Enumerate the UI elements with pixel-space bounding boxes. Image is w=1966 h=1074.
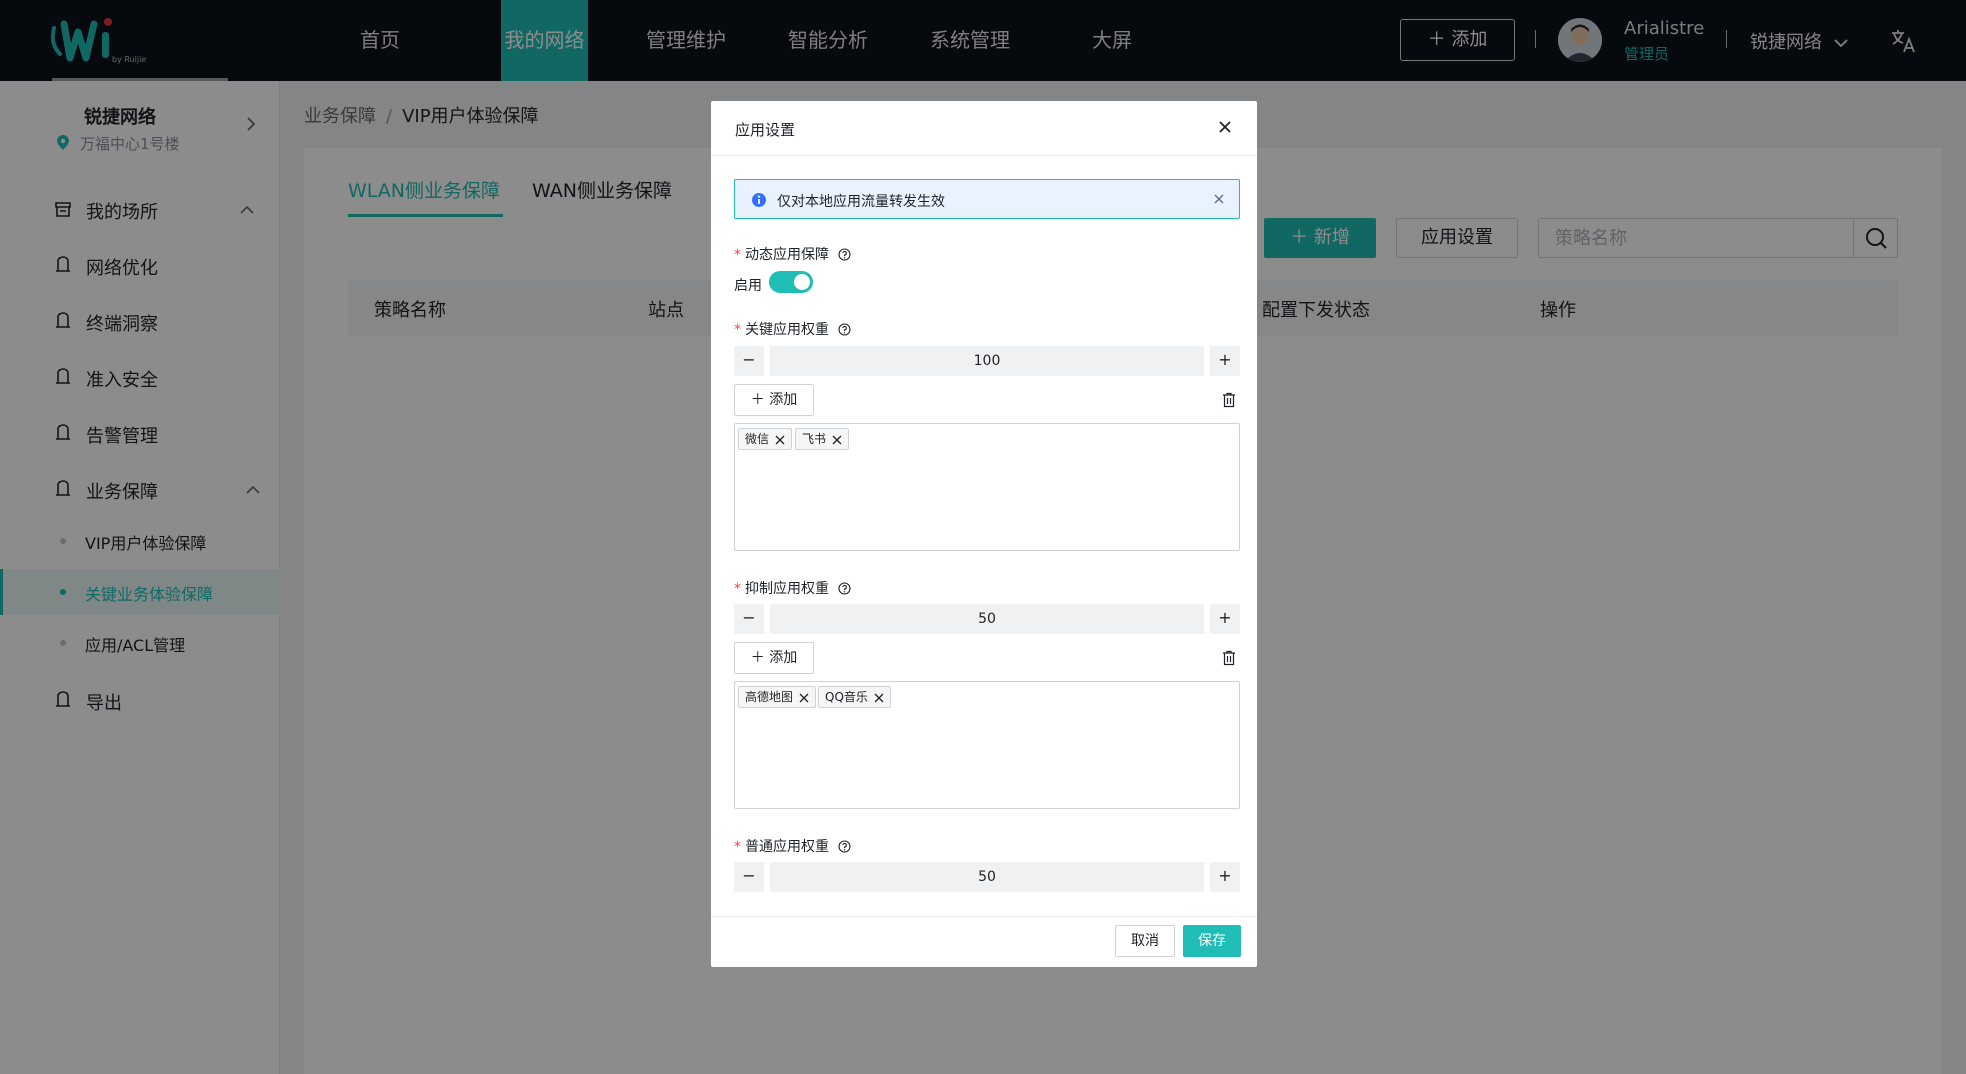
normal-weight-value[interactable]: 50 (770, 862, 1204, 892)
decrement-button[interactable]: − (734, 346, 764, 376)
close-icon[interactable] (832, 435, 842, 445)
increment-button[interactable]: + (1210, 862, 1240, 892)
dynamic-assurance-label: * 动态应用保障 (734, 244, 852, 264)
trash-icon[interactable] (1221, 392, 1237, 408)
key-apps-box[interactable]: 微信 飞书 (734, 423, 1240, 551)
add-key-app-button[interactable]: ＋ 添加 (734, 384, 814, 416)
suppress-apps-box[interactable]: 高德地图 QQ音乐 (734, 681, 1240, 809)
decrement-button[interactable]: − (734, 862, 764, 892)
help-icon[interactable] (838, 582, 852, 595)
key-weight-stepper: − 100 + (734, 346, 1240, 376)
dynamic-assurance-toggle[interactable] (769, 271, 813, 293)
suppress-weight-label: * 抑制应用权重 (734, 578, 852, 598)
app-settings-dialog: 应用设置 仅对本地应用流量转发生效 * 动态应用保障 启用 * 关键应用权重 − 1… (711, 101, 1257, 967)
key-weight-label: * 关键应用权重 (734, 319, 852, 339)
help-icon[interactable] (838, 248, 852, 261)
close-icon[interactable] (874, 693, 884, 703)
cancel-button[interactable]: 取消 (1115, 925, 1175, 957)
alert-text: 仅对本地应用流量转发生效 (777, 194, 945, 210)
increment-button[interactable]: + (1210, 604, 1240, 634)
add-suppress-app-button[interactable]: ＋ 添加 (734, 642, 814, 674)
modal-footer: 取消 保存 (711, 916, 1257, 967)
close-icon[interactable] (1217, 119, 1233, 135)
enable-label: 启用 (734, 278, 762, 294)
key-weight-value[interactable]: 100 (770, 346, 1204, 376)
suppress-weight-value[interactable]: 50 (770, 604, 1204, 634)
modal-title: 应用设置 (735, 121, 796, 139)
help-icon[interactable] (838, 840, 852, 853)
trash-icon[interactable] (1221, 650, 1237, 666)
normal-weight-stepper: − 50 + (734, 862, 1240, 892)
app-tag: QQ音乐 (818, 686, 891, 708)
plus-icon: ＋ (750, 392, 765, 408)
plus-icon: ＋ (750, 650, 765, 666)
normal-weight-label: * 普通应用权重 (734, 836, 852, 856)
app-tag: 飞书 (795, 428, 850, 450)
close-icon[interactable] (1213, 193, 1225, 205)
modal-header: 应用设置 (711, 101, 1257, 156)
decrement-button[interactable]: − (734, 604, 764, 634)
suppress-weight-stepper: − 50 + (734, 604, 1240, 634)
info-icon (752, 193, 766, 207)
increment-button[interactable]: + (1210, 346, 1240, 376)
close-icon[interactable] (775, 435, 785, 445)
save-button[interactable]: 保存 (1183, 925, 1241, 957)
app-tag: 微信 (738, 428, 793, 450)
help-icon[interactable] (838, 323, 852, 336)
info-alert: 仅对本地应用流量转发生效 (734, 179, 1240, 219)
close-icon[interactable] (799, 693, 809, 703)
app-tag: 高德地图 (738, 686, 817, 708)
